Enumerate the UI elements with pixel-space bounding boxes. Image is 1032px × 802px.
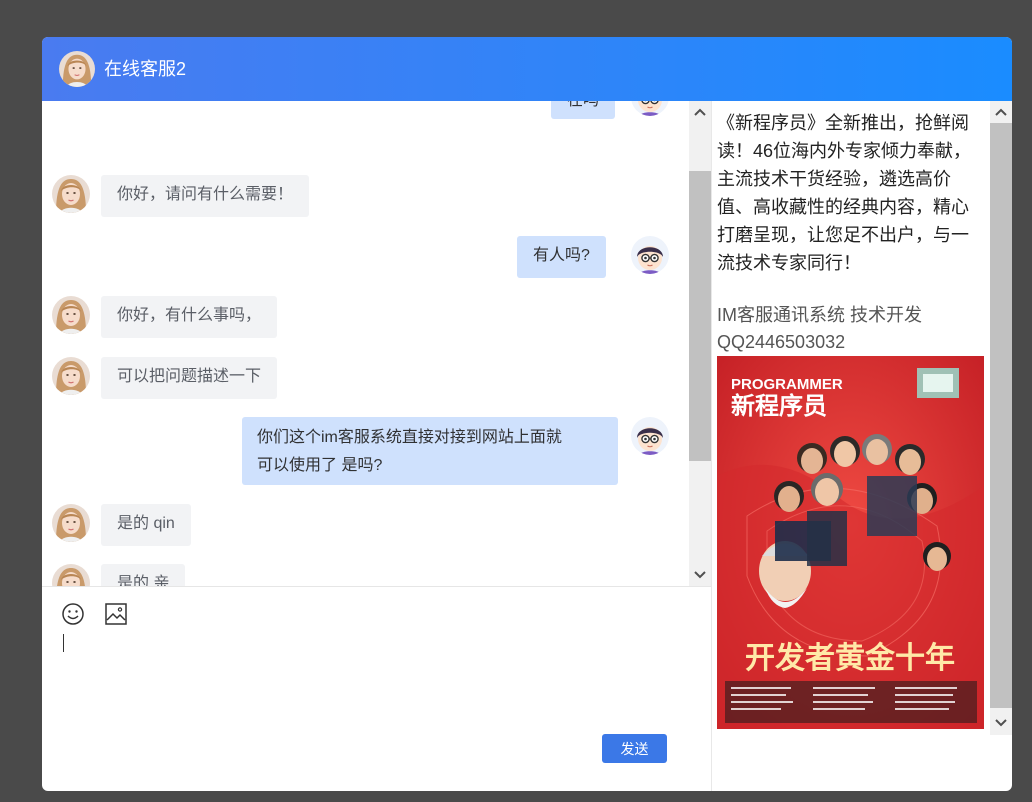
- message-list[interactable]: 在吗 你好，请问有什么需要！ 有人吗? 你好，有什么事吗， 可以把问题描述一下 …: [42, 101, 711, 586]
- scroll-down-icon[interactable]: [689, 567, 711, 583]
- contact-info: IM客服通讯系统 技术开发 QQ2446503032: [717, 302, 982, 356]
- user-avatar: [631, 417, 669, 455]
- message-input-area[interactable]: 发送: [42, 587, 711, 791]
- send-button[interactable]: 发送: [602, 734, 667, 763]
- header-title: 在线客服2: [104, 59, 187, 79]
- message-text: 是的 qin: [117, 515, 175, 532]
- contact-line: IM客服通讯系统 技术开发: [717, 305, 922, 325]
- agent-avatar: [59, 51, 95, 87]
- message-text: 可以使用了 是吗?: [257, 457, 383, 474]
- scroll-up-icon[interactable]: [990, 104, 1012, 120]
- message-bubble: 你好，请问有什么需要！: [101, 175, 310, 217]
- chat-window: 在线客服2 在吗 你好，请问有什么需要！ 有人吗? 你好，有什么事吗， 可以把问…: [42, 37, 1012, 791]
- poster-brand: PROGRAMMER: [731, 376, 843, 393]
- message-text: 有人吗?: [533, 247, 590, 264]
- message-bubble: 你们这个im客服系统直接对接到网站上面就 可以使用了 是吗?: [242, 417, 618, 485]
- scroll-thumb[interactable]: [990, 123, 1012, 708]
- message-bubble: 可以把问题描述一下: [101, 357, 278, 399]
- emoji-icon[interactable]: [60, 601, 86, 627]
- message-text: 是的 亲: [117, 575, 170, 586]
- message-bubble: 你好，有什么事吗，: [101, 296, 278, 338]
- agent-avatar: [52, 504, 90, 542]
- agent-avatar: [52, 296, 90, 334]
- agent-avatar: [52, 357, 90, 395]
- info-panel: 《新程序员》全新推出，抢鲜阅读！46位海内外专家倾力奉献，主流技术干货经验，遴选…: [712, 101, 1012, 735]
- magazine-cover-image[interactable]: PROGRAMMER 新程序员 开发者黄金十年: [717, 356, 984, 729]
- message-text: 你们这个im客服系统直接对接到网站上面就: [257, 429, 562, 446]
- message-bubble: 是的 亲: [101, 564, 186, 586]
- contact-qq: QQ2446503032: [717, 332, 846, 352]
- message-text: 你好，有什么事吗，: [117, 307, 262, 324]
- scroll-up-icon[interactable]: [689, 104, 711, 120]
- poster-headline: 开发者黄金十年: [745, 641, 955, 676]
- poster-title: 新程序员: [731, 392, 827, 420]
- promo-text: 《新程序员》全新推出，抢鲜阅读！46位海内外专家倾力奉献，主流技术干货经验，遴选…: [717, 113, 972, 273]
- text-caret[interactable]: [63, 634, 64, 652]
- user-avatar: [631, 236, 669, 274]
- message-bubble: 有人吗?: [517, 236, 606, 278]
- message-text: 你好，请问有什么需要！: [117, 186, 294, 203]
- user-avatar: [631, 101, 669, 116]
- scroll-thumb[interactable]: [689, 171, 711, 461]
- agent-avatar: [52, 175, 90, 213]
- message-text: 在吗: [567, 101, 599, 109]
- message-bubble: 在吗: [551, 101, 616, 119]
- chat-scrollbar[interactable]: [689, 101, 711, 586]
- message-bubble: 是的 qin: [101, 504, 191, 546]
- panel-scrollbar[interactable]: [990, 101, 1012, 735]
- chat-header: 在线客服2: [42, 37, 1012, 101]
- image-icon[interactable]: [103, 601, 129, 627]
- agent-avatar: [52, 564, 90, 586]
- message-text: 可以把问题描述一下: [117, 368, 262, 385]
- scroll-down-icon[interactable]: [990, 715, 1012, 731]
